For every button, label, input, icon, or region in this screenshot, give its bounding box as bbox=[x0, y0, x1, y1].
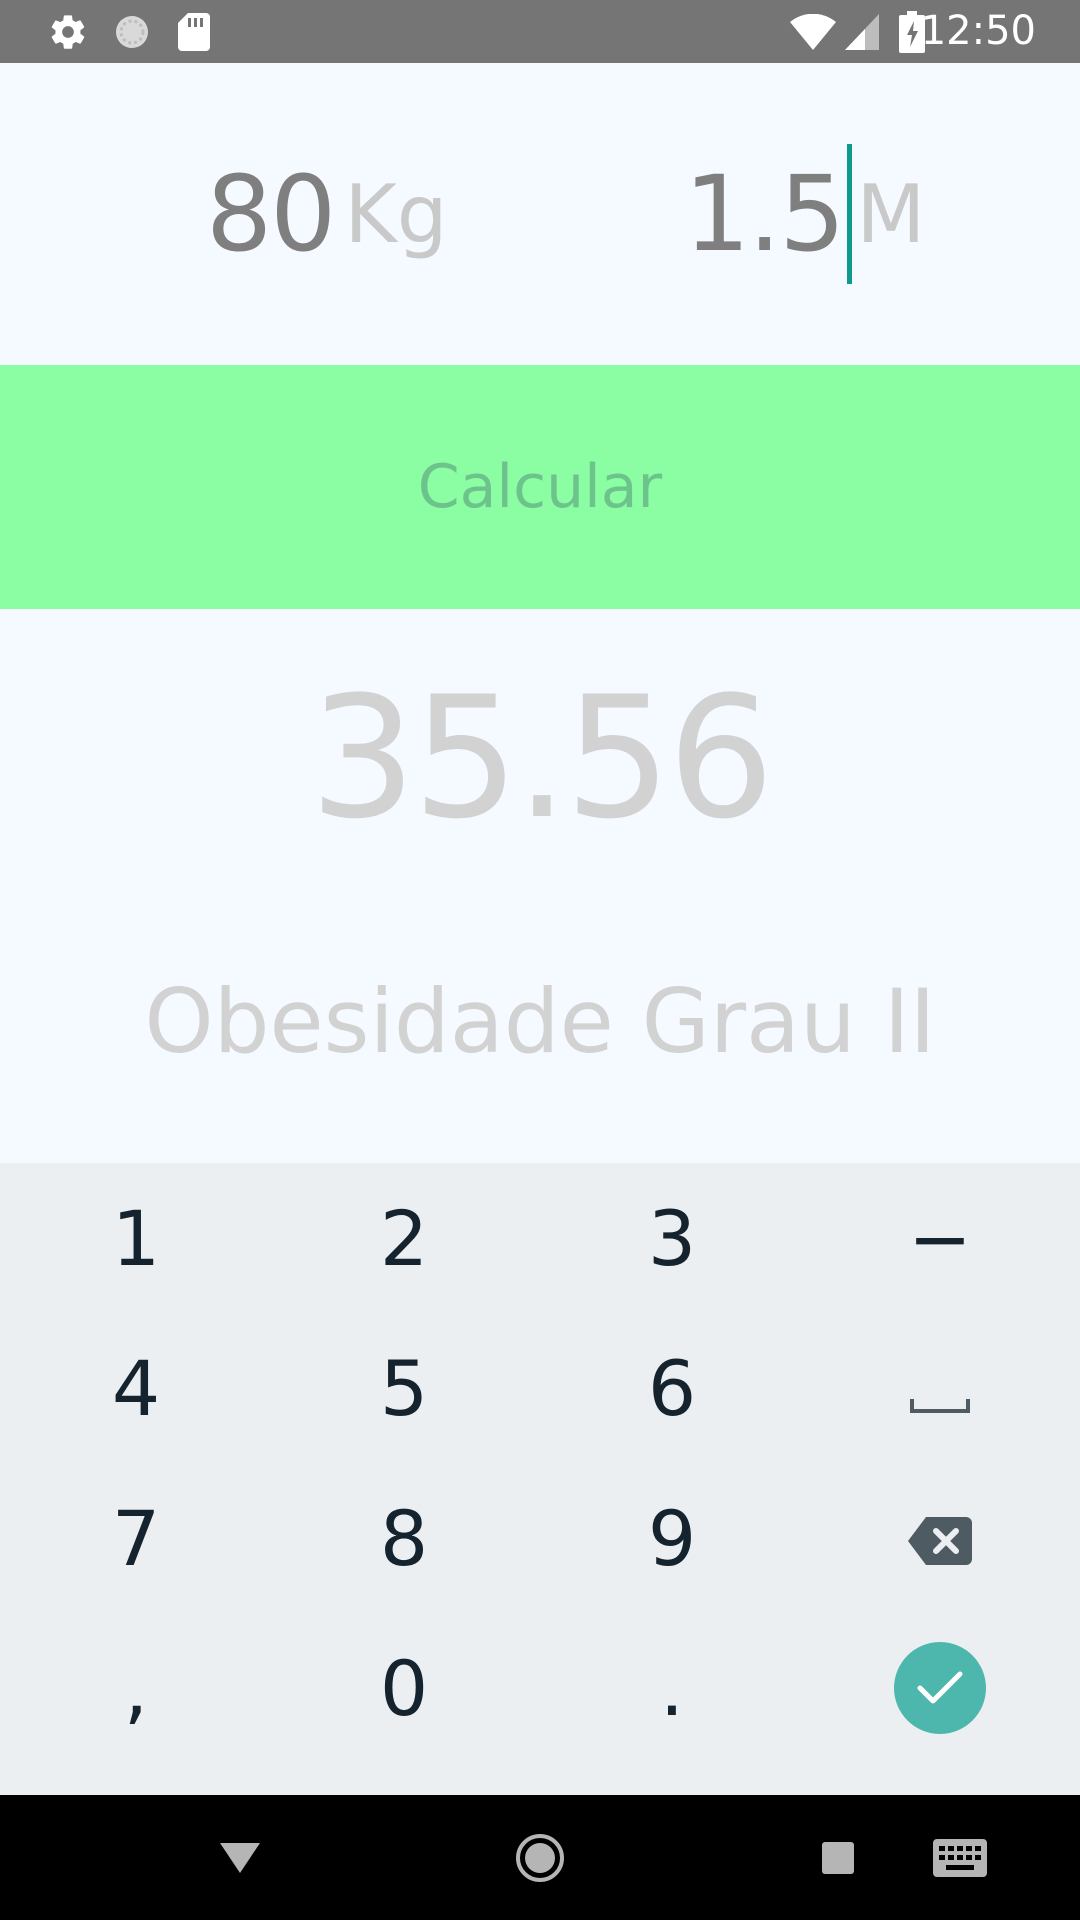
text-cursor bbox=[847, 144, 853, 284]
key-5[interactable]: 5 bbox=[270, 1313, 538, 1463]
weight-unit: Kg bbox=[344, 167, 448, 261]
height-field[interactable]: 1.5 M bbox=[684, 63, 925, 365]
signal-icon bbox=[844, 0, 880, 63]
key-6[interactable]: 6 bbox=[538, 1313, 806, 1463]
weight-value[interactable]: 80 bbox=[206, 153, 336, 275]
wifi-icon bbox=[790, 0, 836, 63]
key-minus[interactable]: − bbox=[806, 1163, 1074, 1313]
key-enter[interactable] bbox=[806, 1613, 1074, 1763]
calculate-button[interactable]: Calcular bbox=[0, 365, 1080, 609]
recents-icon[interactable] bbox=[800, 1795, 876, 1920]
backspace-icon bbox=[908, 1494, 972, 1583]
height-value[interactable]: 1.5 bbox=[684, 153, 845, 275]
input-row: 80 Kg 1.5 M bbox=[0, 63, 1080, 365]
sync-icon bbox=[110, 0, 154, 63]
space-icon bbox=[910, 1344, 970, 1433]
status-time: 12:50 bbox=[920, 8, 1036, 54]
key-3[interactable]: 3 bbox=[538, 1163, 806, 1313]
bmi-classification: Obesidade Grau II bbox=[144, 970, 936, 1073]
status-bar: 12:50 bbox=[0, 0, 1080, 63]
bmi-result-value: 35.56 bbox=[309, 660, 775, 856]
key-backspace[interactable] bbox=[806, 1463, 1074, 1613]
key-8[interactable]: 8 bbox=[270, 1463, 538, 1613]
key-comma[interactable]: , bbox=[2, 1613, 270, 1763]
key-0[interactable]: 0 bbox=[270, 1613, 538, 1763]
sd-card-icon bbox=[176, 0, 212, 63]
key-space[interactable] bbox=[806, 1313, 1074, 1463]
weight-field[interactable]: 80 Kg bbox=[206, 63, 448, 365]
key-4[interactable]: 4 bbox=[2, 1313, 270, 1463]
back-icon[interactable] bbox=[200, 1795, 280, 1920]
key-1[interactable]: 1 bbox=[2, 1163, 270, 1313]
key-2[interactable]: 2 bbox=[270, 1163, 538, 1313]
key-7[interactable]: 7 bbox=[2, 1463, 270, 1613]
numeric-keyboard: 1 2 3 − 4 5 6 7 8 9 , 0 . bbox=[0, 1163, 1080, 1795]
height-unit: M bbox=[856, 167, 926, 261]
key-9[interactable]: 9 bbox=[538, 1463, 806, 1613]
navigation-bar bbox=[0, 1795, 1080, 1920]
calculate-label: Calcular bbox=[417, 452, 663, 522]
key-period[interactable]: . bbox=[538, 1613, 806, 1763]
home-icon[interactable] bbox=[500, 1795, 580, 1920]
enter-icon bbox=[894, 1642, 986, 1734]
gear-icon bbox=[46, 0, 90, 63]
keyboard-icon[interactable] bbox=[920, 1795, 1000, 1920]
